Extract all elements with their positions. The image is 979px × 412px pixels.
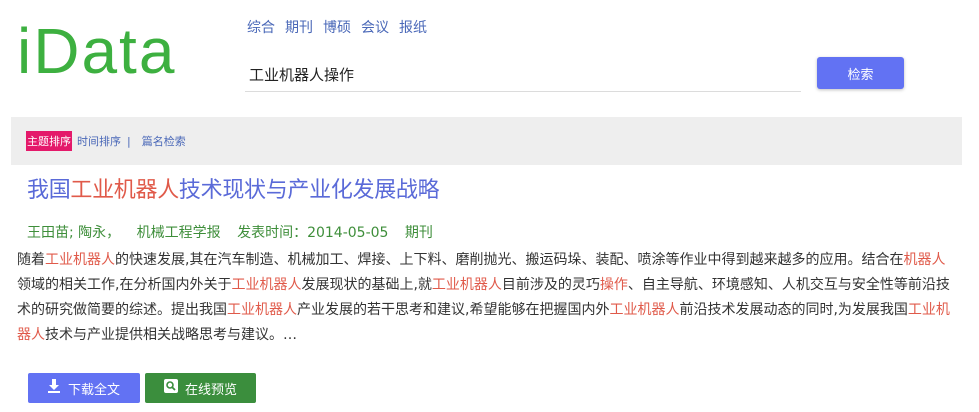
sort-bar: 主题排序 时间排序 | 篇名检索	[11, 117, 962, 165]
result-type: 期刊	[404, 225, 433, 241]
abstract-text: 的快速发展,其在汽车制造、机械加工、焊接、上下料、磨削抛光、搬运码垛、装配、喷涂…	[115, 252, 904, 268]
idata-logo[interactable]: iData	[17, 14, 176, 88]
result-title[interactable]: 我国工业机器人技术现状与产业化发展战略	[27, 175, 440, 207]
category-tab-all[interactable]: 综合	[247, 18, 275, 38]
abstract-keyword: 操作	[599, 277, 628, 293]
download-icon	[47, 379, 60, 397]
abstract-keyword: 机器人	[903, 252, 946, 268]
category-tab-conference[interactable]: 会议	[361, 18, 389, 38]
result-authors[interactable]: 王田苗; 陶永，	[27, 225, 120, 241]
category-nav: 综合 期刊 博硕 会议 报纸	[247, 18, 427, 38]
abstract-text: 产业发展的若干思考和建议,希望能够在把握国内外	[297, 302, 610, 318]
abstract-text: 随着	[17, 252, 45, 268]
result-publish-date: 发表时间：2014-05-05	[237, 225, 389, 241]
category-tab-journal[interactable]: 期刊	[285, 18, 313, 38]
title-part: 技术现状与产业化发展战略	[178, 178, 440, 203]
abstract-keyword: 工业机器人	[231, 277, 302, 293]
search-button[interactable]: 检索	[817, 57, 904, 89]
result-journal[interactable]: 机械工程学报	[137, 225, 221, 241]
category-tab-newspaper[interactable]: 报纸	[399, 18, 427, 38]
sort-by-time[interactable]: 时间排序	[77, 133, 121, 149]
abstract-text: 前沿技术发展动态的同时,为发展我国	[679, 302, 908, 318]
title-keyword-highlight: 工业机器人	[70, 178, 179, 203]
magnifier-icon	[163, 379, 178, 397]
preview-label: 在线预览	[184, 382, 237, 398]
abstract-keyword: 工业机器人	[45, 252, 115, 268]
title-part: 我国	[27, 178, 71, 203]
abstract-keyword: 工业机器人	[431, 277, 502, 293]
abstract-text: 目前涉及的灵巧	[501, 277, 600, 293]
download-full-text-button[interactable]: 下载全文	[28, 373, 140, 403]
category-tab-thesis[interactable]: 博硕	[323, 18, 351, 38]
abstract-keyword: 工业机器人	[609, 302, 680, 318]
sort-by-topic[interactable]: 主题排序	[26, 131, 72, 151]
abstract-text: 技术与产业提供相关战略思考与建议。…	[45, 327, 297, 343]
result-meta: 王田苗; 陶永， 机械工程学报 发表时间：2014-05-05 期刊	[27, 223, 445, 243]
search-input[interactable]	[245, 58, 801, 92]
abstract-text: 发展现状的基础上,就	[301, 277, 432, 293]
online-preview-button[interactable]: 在线预览	[145, 373, 256, 403]
abstract-keyword: 工业机器人	[227, 302, 297, 318]
download-label: 下载全文	[67, 382, 120, 398]
sort-separator: |	[127, 134, 131, 148]
abstract-text: 领域的相关工作,在分析国内外关于	[17, 277, 232, 293]
result-abstract: 随着工业机器人的快速发展,其在汽车制造、机械加工、焊接、上下料、磨削抛光、搬运码…	[17, 248, 952, 348]
title-search-link[interactable]: 篇名检索	[142, 133, 186, 149]
